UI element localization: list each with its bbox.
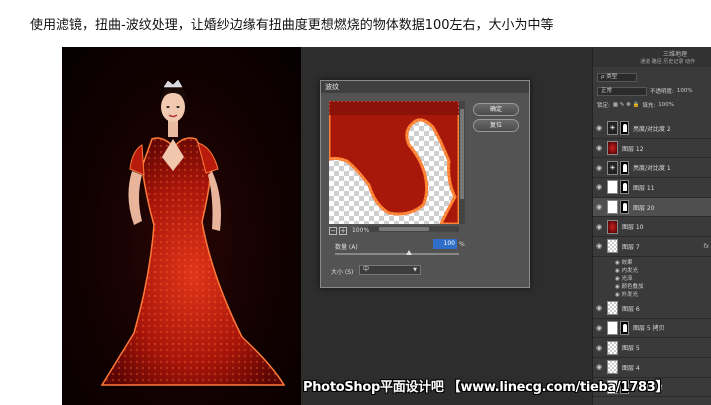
eye-icon[interactable]: ◉ bbox=[593, 164, 605, 172]
ripple-filter-dialog: 波纹 − + 100% 确定 复位 数量 (A) 100 % 大小 (S) 中 bbox=[320, 80, 530, 288]
chevron-down-icon: ▼ bbox=[413, 267, 417, 273]
panel-header: 三维地理 通道 路径 历史记录 动作 bbox=[593, 47, 711, 67]
dialog-title: 波纹 bbox=[321, 81, 529, 93]
layer-thumbnail bbox=[607, 301, 618, 316]
layer-effect-item[interactable]: ◉ 内发光 bbox=[615, 267, 711, 275]
panel-tabs[interactable]: 通道 路径 历史记录 动作 bbox=[597, 58, 707, 65]
zoom-level: 100% bbox=[352, 227, 370, 234]
preview-vertical-scrollbar[interactable] bbox=[459, 101, 465, 224]
eye-icon[interactable]: ◉ bbox=[593, 242, 605, 250]
eye-icon[interactable]: ◉ bbox=[593, 304, 605, 312]
layer-row[interactable]: ◉ 图层 4 bbox=[593, 358, 711, 378]
blend-row: 正常 不透明度: 100% bbox=[597, 85, 709, 97]
layer-row[interactable]: ◉ 图层 20 bbox=[593, 197, 711, 218]
lock-label: 锁定: bbox=[597, 103, 610, 109]
layer-mask-thumbnail[interactable] bbox=[620, 200, 629, 215]
blend-mode-select[interactable]: 正常 bbox=[597, 86, 647, 96]
layer-mask-thumbnail[interactable] bbox=[620, 320, 629, 335]
layer-name: 图层 5 拷贝 bbox=[633, 325, 665, 333]
eye-icon[interactable]: ◉ bbox=[593, 363, 605, 371]
layer-name: 图层 7 bbox=[622, 243, 640, 251]
ok-button[interactable]: 确定 bbox=[473, 103, 519, 116]
layer-name: 亮度/对比度 1 bbox=[633, 165, 671, 173]
layer-thumbnail bbox=[607, 320, 618, 335]
zoom-out-button[interactable]: − bbox=[329, 226, 337, 235]
eye-icon[interactable]: ◉ bbox=[593, 344, 605, 352]
amount-label: 数量 (A) bbox=[335, 244, 358, 251]
fill-value[interactable]: 100% bbox=[658, 102, 674, 108]
layer-thumbnail bbox=[607, 360, 618, 375]
layer-name: 图层 5 bbox=[622, 345, 640, 353]
amount-unit: % bbox=[459, 241, 465, 248]
fx-icon[interactable]: fx bbox=[703, 243, 709, 250]
layer-name: 图层 12 bbox=[622, 145, 644, 153]
lock-icons[interactable]: ▦ ✎ ✥ 🔒 bbox=[613, 102, 640, 108]
opacity-label: 不透明度: bbox=[650, 89, 674, 95]
layer-thumbnail bbox=[607, 340, 618, 355]
photoshop-screenshot: 波纹 − + 100% 确定 复位 数量 (A) 100 % 大小 (S) 中 bbox=[62, 47, 711, 405]
reset-button[interactable]: 复位 bbox=[473, 119, 519, 132]
layer-thumbnail bbox=[607, 141, 618, 156]
layer-thumbnail bbox=[607, 180, 618, 195]
preview-horizontal-scrollbar[interactable] bbox=[359, 226, 459, 232]
layer-name: 图层 10 bbox=[622, 224, 644, 232]
panel-title: 三维地理 bbox=[662, 51, 687, 58]
layer-row[interactable]: ◉ ☀ 亮度/对比度 1 bbox=[593, 158, 711, 179]
layer-name: 图层 6 bbox=[622, 305, 640, 313]
eye-icon[interactable]: ◉ bbox=[593, 144, 605, 152]
layer-thumbnail: ☀ bbox=[607, 160, 618, 175]
bride-red-dress-image bbox=[62, 47, 301, 405]
layer-row[interactable]: ◉ ☀ 亮度/对比度 2 bbox=[593, 119, 711, 139]
layer-effect-item[interactable]: ◉ 外发光 bbox=[615, 291, 711, 299]
filter-preview[interactable] bbox=[329, 101, 459, 224]
layer-row[interactable]: ◉ 图层 5 拷贝 bbox=[593, 319, 711, 339]
amount-slider[interactable] bbox=[335, 250, 459, 255]
watermark: PhotoShop平面设计吧 【www.linecg.com/tieba/178… bbox=[303, 380, 669, 395]
fill-label: 填充: bbox=[642, 103, 656, 109]
layer-effect-item[interactable]: ◉ 效果 bbox=[615, 259, 711, 267]
layer-row[interactable]: ◉ 图层 12 bbox=[593, 139, 711, 159]
eye-icon[interactable]: ◉ bbox=[593, 124, 605, 132]
layer-thumbnail bbox=[607, 219, 618, 234]
layer-name: 亮度/对比度 2 bbox=[633, 125, 671, 133]
size-label: 大小 (S) bbox=[331, 269, 354, 276]
amount-slider-handle[interactable] bbox=[406, 250, 413, 255]
layer-effect-item[interactable]: ◉ 光泽 bbox=[615, 275, 711, 283]
layer-thumbnail bbox=[607, 200, 618, 215]
layer-thumbnail bbox=[607, 239, 618, 254]
layer-mask-thumbnail[interactable] bbox=[620, 160, 629, 175]
amount-input[interactable]: 100 bbox=[433, 239, 457, 249]
zoom-in-button[interactable]: + bbox=[339, 226, 347, 235]
eye-icon[interactable]: ◉ bbox=[593, 203, 605, 211]
eye-icon[interactable]: ◉ bbox=[593, 223, 605, 231]
layers-list: ◉ ☀ 亮度/对比度 2 ◉ 图层 12 ◉ ☀ 亮度/对比度 1 ◉ 图层 11 ◉ 图层 20 ◉ 图… bbox=[593, 119, 711, 398]
lock-row: 锁定: ▦ ✎ ✥ 🔒 填充: 100% bbox=[597, 99, 709, 111]
layer-mask-thumbnail[interactable] bbox=[620, 180, 629, 195]
opacity-value[interactable]: 100% bbox=[677, 88, 693, 94]
layer-row[interactable]: ◉ 图层 5 bbox=[593, 338, 711, 358]
tutorial-instruction: 使用滤镜，扭曲-波纹处理，让婚纱边缘有扭曲度更想燃烧的物体数据100左右，大小为… bbox=[30, 18, 554, 33]
layer-thumbnail: ☀ bbox=[607, 121, 618, 136]
layers-panel: 三维地理 通道 路径 历史记录 动作 ρ 类型 正常 不透明度: 100% 锁定… bbox=[592, 47, 711, 405]
eye-icon[interactable]: ◉ bbox=[593, 183, 605, 191]
size-select[interactable]: 中 ▼ bbox=[359, 265, 421, 275]
eye-icon[interactable]: ◉ bbox=[593, 324, 605, 332]
size-select-value: 中 bbox=[363, 266, 370, 273]
layer-kind-filter[interactable]: ρ 类型 bbox=[597, 72, 637, 82]
layer-name: 图层 20 bbox=[633, 204, 655, 212]
layer-row[interactable]: ◉ 图层 10 bbox=[593, 217, 711, 238]
layer-effect-item[interactable]: ◉ 颜色叠加 bbox=[615, 283, 711, 291]
layer-row[interactable]: ◉ 图层 7 fx bbox=[593, 237, 711, 257]
layer-filter-row: ρ 类型 bbox=[597, 71, 709, 83]
layer-mask-thumbnail[interactable] bbox=[620, 121, 629, 136]
layer-row[interactable]: ◉ 图层 6 bbox=[593, 299, 711, 319]
layer-name: 图层 11 bbox=[633, 184, 655, 192]
zoom-controls: − + 100% bbox=[329, 226, 369, 235]
layer-effects-list: ◉ 效果 ◉ 内发光 ◉ 光泽 ◉ 颜色叠加 ◉ 外发光 bbox=[593, 257, 711, 299]
layer-name: 图层 4 bbox=[622, 364, 640, 372]
layer-row[interactable]: ◉ 图层 11 bbox=[593, 178, 711, 198]
